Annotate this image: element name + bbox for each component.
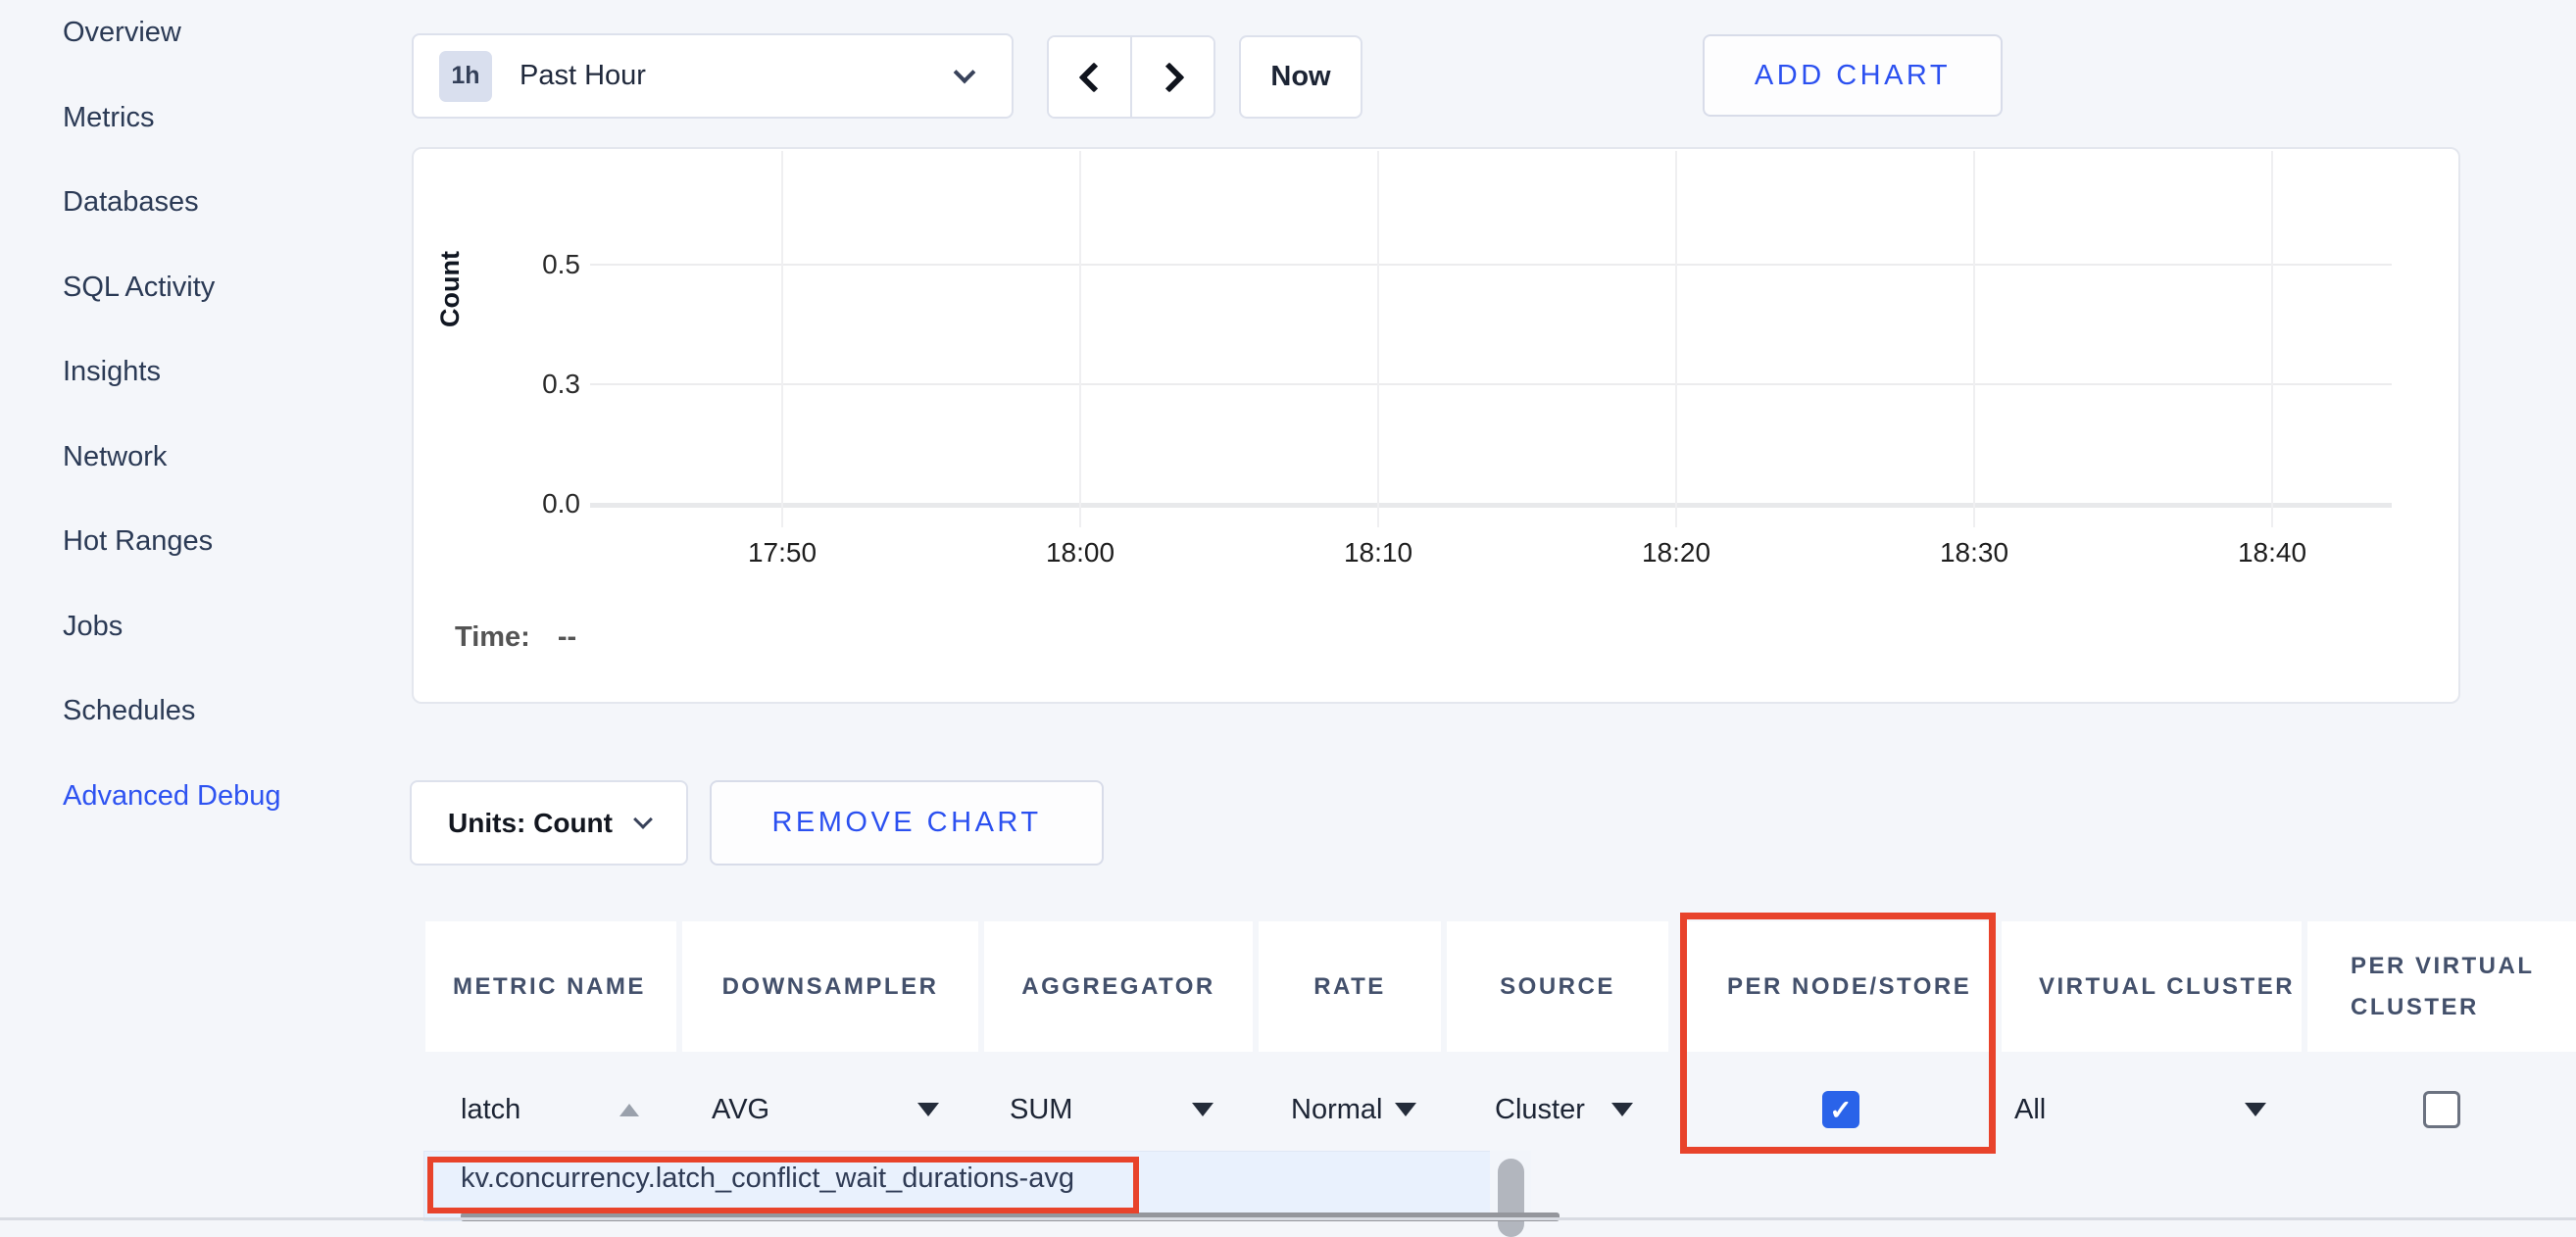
x-gridline xyxy=(2271,151,2273,527)
y-axis-label: Count xyxy=(435,284,494,327)
sidebar-item-metrics[interactable]: Metrics xyxy=(63,101,386,134)
add-chart-button[interactable]: ADD CHART xyxy=(1703,34,2003,117)
virtual-cluster-value: All xyxy=(2014,1094,2046,1126)
caret-down-icon xyxy=(917,1103,939,1116)
time-range-picker[interactable]: 1h Past Hour xyxy=(412,33,1014,119)
per-node-store-cell: ✓ xyxy=(1686,1055,1996,1164)
aggregator-value: SUM xyxy=(1010,1094,1072,1126)
prev-time-button[interactable] xyxy=(1049,37,1130,117)
sidebar-item-advanced-debug[interactable]: Advanced Debug xyxy=(63,779,386,813)
column-header-source: SOURCE xyxy=(1447,921,1668,1052)
x-tick-label: 17:50 xyxy=(723,537,841,569)
rate-value: Normal xyxy=(1291,1094,1382,1126)
sidebar-item-overview[interactable]: Overview xyxy=(63,16,386,49)
per-virtual-cluster-cell xyxy=(2307,1055,2576,1164)
sidebar-nav: Overview Metrics Databases SQL Activity … xyxy=(63,16,386,813)
per-node-store-checkbox[interactable]: ✓ xyxy=(1822,1091,1859,1128)
caret-up-icon xyxy=(619,1104,639,1116)
sidebar-item-hot-ranges[interactable]: Hot Ranges xyxy=(63,524,386,558)
time-range-label: Past Hour xyxy=(520,60,646,92)
column-header-virtual-cluster: VIRTUAL CLUSTER xyxy=(2002,921,2302,1052)
y-gridline xyxy=(590,503,2392,508)
time-range-badge: 1h xyxy=(439,51,492,102)
x-tick-label: 18:10 xyxy=(1319,537,1437,569)
column-header-downsampler: DOWNSAMPLER xyxy=(682,921,978,1052)
sidebar-item-insights[interactable]: Insights xyxy=(63,355,386,388)
time-readout-label: Time: xyxy=(455,621,530,654)
chevron-down-icon xyxy=(954,61,976,83)
per-virtual-cluster-checkbox[interactable] xyxy=(2423,1091,2460,1128)
page-bottom-divider xyxy=(0,1217,2576,1220)
y-tick-label: 0.5 xyxy=(492,250,580,279)
y-tick-label: 0.0 xyxy=(492,489,580,519)
aggregator-select[interactable]: SUM xyxy=(984,1055,1253,1164)
units-select[interactable]: Units: Count xyxy=(410,780,688,866)
custom-chart-panel: Count 0.5 0.3 0.0 17:50 18:00 18:10 18:20 18:30… xyxy=(412,147,2460,704)
sidebar-item-sql-activity[interactable]: SQL Activity xyxy=(63,271,386,304)
x-tick-label: 18:40 xyxy=(2213,537,2331,569)
x-gridline xyxy=(1973,151,1975,527)
units-select-label: Units: Count xyxy=(448,808,613,839)
time-stepper xyxy=(1047,35,1215,119)
virtual-cluster-select[interactable]: All xyxy=(2002,1055,2302,1164)
column-header-metric-name: METRIC NAME xyxy=(425,921,676,1052)
rate-select[interactable]: Normal xyxy=(1259,1055,1441,1164)
now-button[interactable]: Now xyxy=(1239,35,1362,119)
chevron-down-icon xyxy=(633,810,653,829)
x-tick-label: 18:30 xyxy=(1915,537,2033,569)
x-gridline xyxy=(1675,151,1677,527)
sidebar-item-schedules[interactable]: Schedules xyxy=(63,694,386,727)
metric-name-value: latch xyxy=(461,1094,520,1126)
caret-down-icon xyxy=(1611,1103,1633,1116)
column-header-per-virtual-cluster: PER VIRTUAL CLUSTER xyxy=(2307,921,2576,1052)
next-time-button[interactable] xyxy=(1130,37,1214,117)
time-readout: Time: -- xyxy=(455,621,576,654)
sidebar-item-databases[interactable]: Databases xyxy=(63,185,386,219)
chevron-left-icon xyxy=(1078,62,1109,92)
metric-name-input[interactable]: latch xyxy=(425,1055,676,1164)
x-tick-label: 18:00 xyxy=(1021,537,1139,569)
column-header-per-node-store: PER NODE/STORE xyxy=(1686,921,1996,1052)
metric-suggestion-item[interactable]: kv.concurrency.latch_conflict_wait_durat… xyxy=(461,1163,1074,1195)
time-readout-value: -- xyxy=(558,621,576,654)
column-header-aggregator: AGGREGATOR xyxy=(984,921,1253,1052)
x-gridline xyxy=(1377,151,1379,527)
x-tick-label: 18:20 xyxy=(1617,537,1735,569)
source-select[interactable]: Cluster xyxy=(1447,1055,1668,1164)
downsampler-value: AVG xyxy=(712,1094,769,1126)
y-gridline xyxy=(590,383,2392,385)
column-header-rate: RATE xyxy=(1259,921,1441,1052)
caret-down-icon xyxy=(1395,1103,1416,1116)
x-gridline xyxy=(781,151,783,527)
y-tick-label: 0.3 xyxy=(492,370,580,399)
dropdown-scrollbar-thumb[interactable] xyxy=(1498,1159,1524,1237)
chevron-right-icon xyxy=(1154,62,1184,92)
downsampler-select[interactable]: AVG xyxy=(682,1055,978,1164)
remove-chart-button[interactable]: REMOVE CHART xyxy=(710,780,1104,866)
source-value: Cluster xyxy=(1495,1094,1585,1126)
sidebar-item-jobs[interactable]: Jobs xyxy=(63,610,386,643)
sidebar-item-network[interactable]: Network xyxy=(63,440,386,473)
caret-down-icon xyxy=(2245,1103,2266,1116)
y-gridline xyxy=(590,264,2392,266)
x-gridline xyxy=(1079,151,1081,527)
caret-down-icon xyxy=(1192,1103,1214,1116)
